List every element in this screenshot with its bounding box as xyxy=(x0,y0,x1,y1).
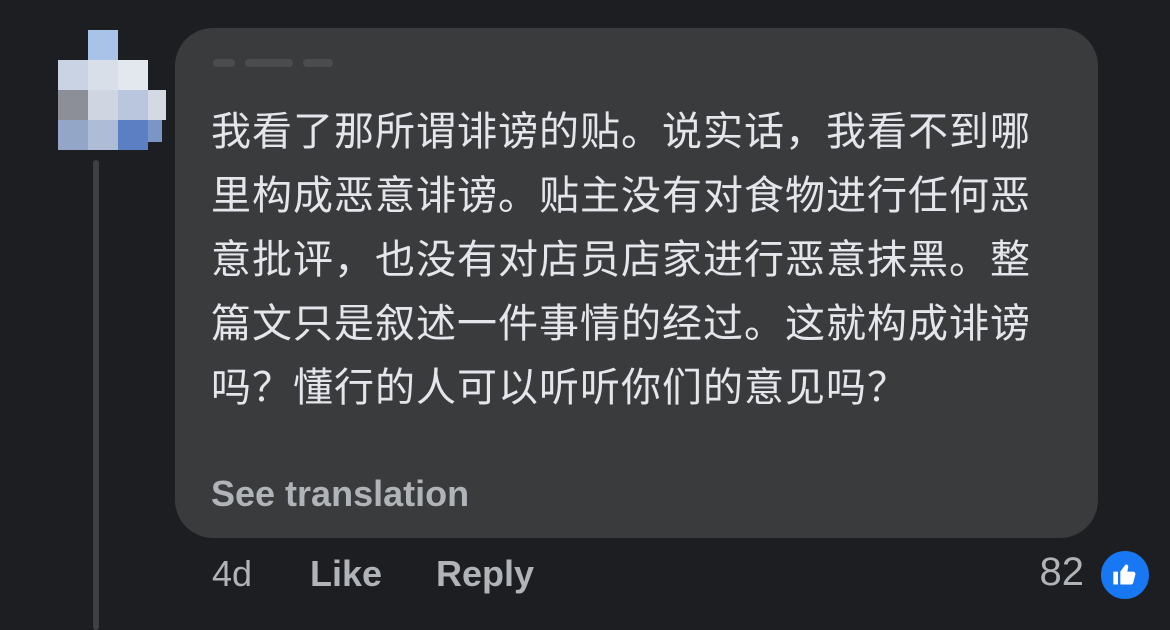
avatar-pixel xyxy=(88,30,118,60)
comment-bubble: 我看了那所谓诽谤的贴。说实话，我看不到哪里构成恶意诽谤。贴主没有对食物进行任何恶… xyxy=(175,28,1098,538)
avatar-pixel xyxy=(148,90,166,120)
thumbs-up-icon xyxy=(1113,564,1136,585)
avatar-pixel xyxy=(58,90,88,120)
avatar-pixel xyxy=(88,120,118,150)
reply-button[interactable]: Reply xyxy=(436,553,534,595)
author-name-redacted xyxy=(213,52,363,78)
reaction-count[interactable]: 82 xyxy=(1040,550,1085,595)
avatar-pixel xyxy=(88,90,118,120)
see-translation-link[interactable]: See translation xyxy=(211,473,469,515)
like-button[interactable]: Like xyxy=(310,553,382,595)
avatar-pixel xyxy=(118,60,148,90)
avatar-pixel xyxy=(58,60,88,90)
avatar-pixel xyxy=(148,120,162,142)
avatar-pixel xyxy=(118,120,148,150)
comment-thread: 我看了那所谓诽谤的贴。说实话，我看不到哪里构成恶意诽谤。贴主没有对食物进行任何恶… xyxy=(0,0,1170,630)
like-reaction-badge[interactable] xyxy=(1098,548,1152,602)
avatar-pixel xyxy=(88,60,118,90)
avatar[interactable] xyxy=(58,30,168,150)
avatar-pixel xyxy=(118,90,148,120)
comment-timestamp[interactable]: 4d xyxy=(212,553,252,595)
comment-text: 我看了那所谓诽谤的贴。说实话，我看不到哪里构成恶意诽谤。贴主没有对食物进行任何恶… xyxy=(211,109,1031,411)
avatar-pixel xyxy=(58,120,88,150)
thread-line xyxy=(93,160,99,630)
